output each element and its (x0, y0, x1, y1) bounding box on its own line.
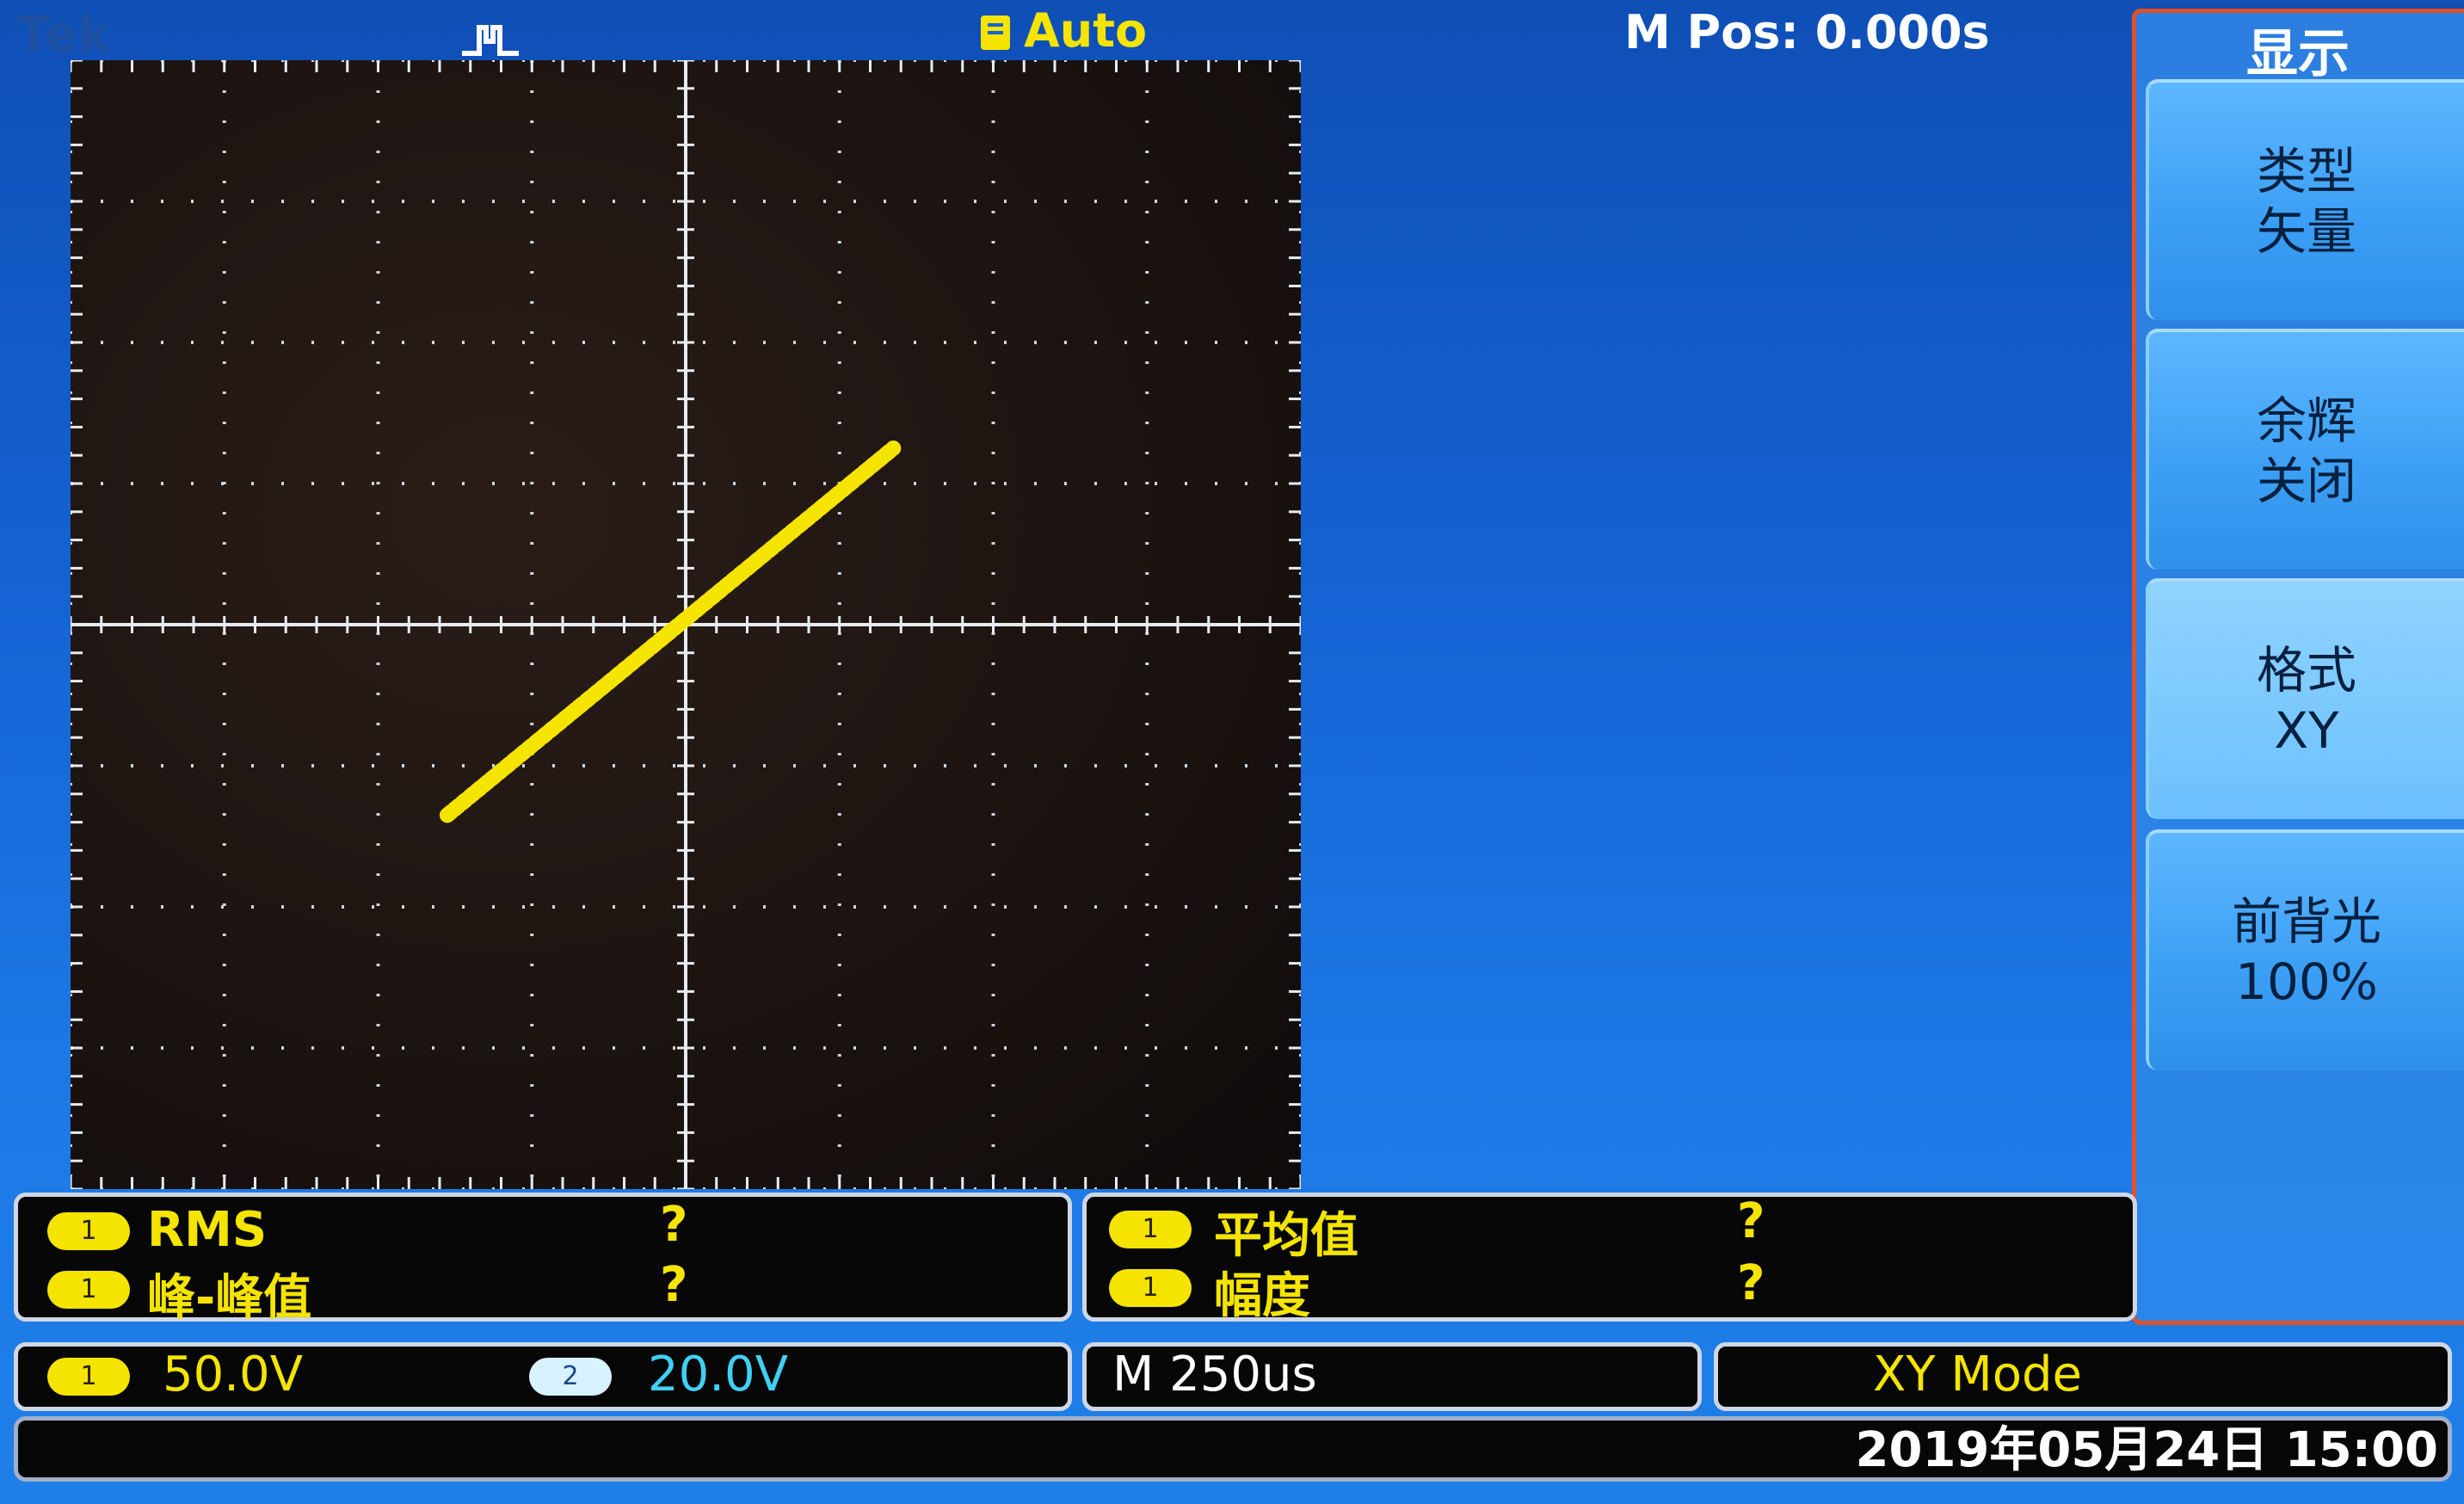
measurement-value: ? (1737, 1193, 1765, 1249)
trigger-pulse-icon (462, 25, 519, 56)
timebase-readout: M 250us (1112, 1347, 1317, 1402)
measurement-label: 平均值 (1214, 1208, 1358, 1264)
menu-button-value: XY (2274, 701, 2339, 760)
xy-trace (439, 441, 902, 823)
horizontal-position-readout: M Pos: 0.000s (1624, 5, 1990, 59)
menu-button-label: 类型 (2256, 142, 2356, 200)
graticule-grid (71, 60, 1301, 1189)
tek-logo: Tek (17, 7, 111, 63)
measurement-label: RMS (147, 1202, 268, 1258)
menu-button-format[interactable]: 格式 XY (2146, 578, 2464, 819)
measurement-panel-right: 1 平均值 ? 1 幅度 ? (1082, 1193, 2137, 1324)
acquisition-mode: Auto (1024, 3, 1148, 58)
datetime-readout: 2019年05月24日 15:00 (1855, 1422, 2438, 1478)
xy-mode-readout: XY Mode (1873, 1347, 2082, 1402)
channel-1-chip: 1 (47, 1271, 130, 1309)
channel-1-chip: 1 (47, 1358, 130, 1396)
channel-1-chip: 1 (1109, 1211, 1192, 1248)
menu-button-value: 关闭 (2256, 452, 2356, 510)
measurement-label: 峰-峰值 (147, 1270, 312, 1326)
oscilloscope-screen: Tek Auto M Pos: 0.000s 显示 类型 矢量 余辉 关闭 格式… (0, 0, 2464, 1504)
channel-2-chip: 2 (529, 1358, 612, 1396)
acquisition-status-icon (981, 15, 1010, 50)
channel-1-chip: 1 (1109, 1269, 1192, 1307)
channel-1-chip: 1 (47, 1212, 130, 1250)
side-menu-title: 显示 (2246, 24, 2350, 84)
menu-button-label: 余辉 (2256, 391, 2356, 450)
timebase-panel: M 250us (1082, 1342, 1702, 1411)
mode-panel: XY Mode (1714, 1342, 2452, 1411)
measurement-panel-left: 1 RMS ? 1 峰-峰值 ? (14, 1193, 1072, 1326)
ch1-scale: 50.0V (163, 1347, 303, 1402)
menu-button-value: 100% (2235, 952, 2378, 1011)
menu-button-type[interactable]: 类型 矢量 (2146, 79, 2464, 320)
menu-button-backlight[interactable]: 前背光 100% (2146, 829, 2464, 1070)
menu-button-persistence[interactable]: 余辉 关闭 (2146, 329, 2464, 570)
menu-button-value: 矢量 (2256, 202, 2356, 261)
channel-scale-panel: 1 50.0V 2 20.0V (14, 1342, 1072, 1411)
measurement-value: ? (660, 1257, 688, 1313)
measurement-value: ? (660, 1197, 688, 1253)
waveform-display (71, 60, 1301, 1189)
ch2-scale: 20.0V (648, 1347, 788, 1402)
menu-button-label: 格式 (2256, 641, 2356, 700)
measurement-value: ? (1737, 1255, 1765, 1311)
menu-button-label: 前背光 (2231, 892, 2381, 951)
measurement-label: 幅度 (1214, 1268, 1310, 1324)
